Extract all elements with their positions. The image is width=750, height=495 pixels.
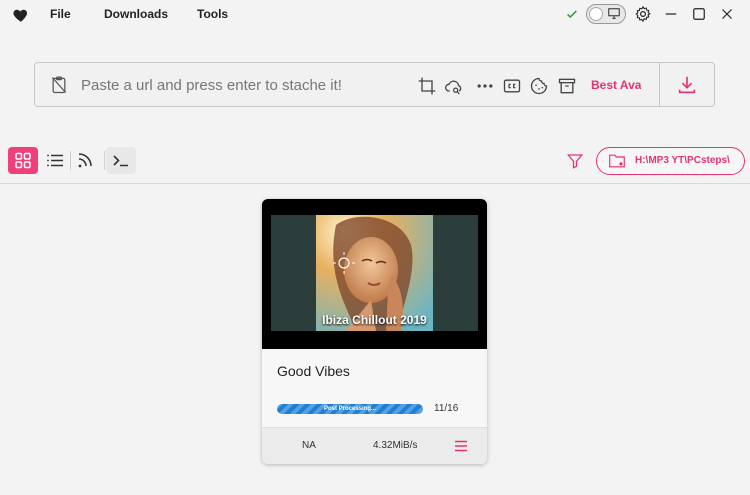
- rss-icon[interactable]: [71, 147, 101, 174]
- url-input[interactable]: [81, 73, 411, 97]
- thumbnail-frame: Ibiza Chillout 2019: [262, 199, 487, 349]
- card-title: Good Vibes: [277, 363, 350, 379]
- separator: [104, 151, 105, 170]
- filter-icon[interactable]: [566, 152, 584, 170]
- download-folder-button[interactable]: H:\MP3 YT\PCsteps\: [596, 147, 745, 175]
- folder-icon: [609, 154, 625, 168]
- monitor-icon: [608, 8, 620, 19]
- menu-tools[interactable]: Tools: [197, 7, 228, 21]
- archive-icon[interactable]: [557, 76, 577, 96]
- gear-icon[interactable]: [634, 5, 652, 23]
- title-bar: File Downloads Tools: [0, 0, 750, 30]
- url-bar: Best Available: [34, 62, 715, 107]
- clipboard-icon[interactable]: [49, 75, 69, 95]
- terminal-icon[interactable]: [106, 147, 136, 174]
- speed-value: 4.32MiB/s: [373, 440, 418, 451]
- menu-downloads[interactable]: Downloads: [104, 7, 168, 21]
- heart-icon[interactable]: [12, 6, 30, 24]
- minimize-icon[interactable]: [662, 5, 680, 23]
- progress-bar: Post Processing...: [277, 404, 423, 414]
- download-icon[interactable]: [676, 74, 698, 96]
- eta-value: NA: [302, 440, 316, 451]
- menu-file[interactable]: File: [50, 7, 71, 21]
- mini-mode-toggle[interactable]: [586, 4, 626, 24]
- playlist-count: 11/16: [434, 403, 459, 414]
- cookie-icon[interactable]: [529, 76, 549, 96]
- download-card[interactable]: Ibiza Chillout 2019 Good Vibes Post Proc…: [262, 199, 487, 464]
- card-footer: NA 4.32MiB/s: [262, 427, 487, 464]
- more-icon[interactable]: [475, 76, 495, 96]
- cloud-search-icon[interactable]: [444, 76, 464, 96]
- maximize-icon[interactable]: [690, 5, 708, 23]
- hamburger-icon[interactable]: [453, 438, 469, 454]
- crop-icon[interactable]: [417, 76, 437, 96]
- progress-text: Post Processing...: [323, 406, 377, 412]
- toggle-knob: [589, 7, 603, 21]
- divider: [0, 183, 750, 184]
- download-path: H:\MP3 YT\PCsteps\: [635, 155, 730, 166]
- quality-selector[interactable]: Best Available: [591, 78, 641, 92]
- cc-icon[interactable]: [502, 76, 522, 96]
- grid-icon[interactable]: [8, 147, 38, 174]
- divider: [659, 63, 660, 106]
- thumbnail-caption: Ibiza Chillout 2019: [322, 313, 427, 327]
- close-icon[interactable]: [718, 5, 736, 23]
- list-icon[interactable]: [40, 147, 70, 174]
- thumbnail: Ibiza Chillout 2019: [316, 215, 433, 331]
- check-icon: [567, 10, 577, 19]
